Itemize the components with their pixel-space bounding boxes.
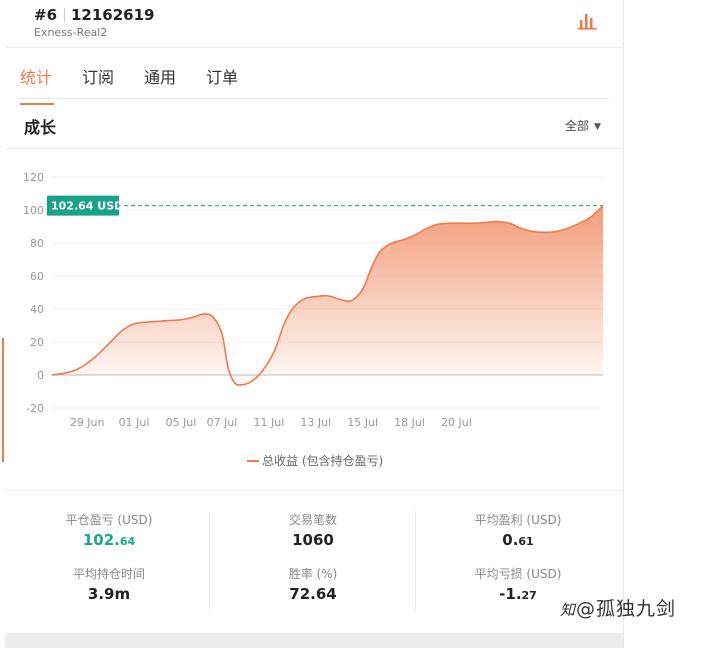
account-server: Exness-Real2: [34, 26, 108, 39]
x-tick-label: 29 Jun: [70, 416, 105, 429]
y-tick-label: 40: [30, 303, 44, 316]
stats-divider: [209, 511, 210, 613]
y-tick-label: 0: [37, 369, 44, 382]
y-tick-label: 60: [30, 270, 44, 283]
account-id: 12162619: [71, 6, 155, 24]
account-number: #6: [34, 6, 58, 24]
growth-section-header: 成长 全部 ▼: [5, 99, 623, 149]
watermark-text: @孤独九剑: [576, 598, 677, 620]
account-header: #6 12162619 Exness-Real2: [5, 0, 623, 48]
stats-column: 平仓盈亏 (USD) 102.64 平均持仓时间 3.9m: [9, 511, 209, 619]
x-tick-label: 18 Jul: [394, 416, 425, 429]
tab-bar: 统计 订阅 通用 订单: [19, 48, 609, 105]
stats-column: 交易笔数 1060 胜率 (%) 72.64: [213, 511, 413, 619]
x-tick-label: 15 Jul: [347, 416, 378, 429]
y-axis: 120 100 80 60 40 20 0 -20: [23, 171, 44, 415]
bottom-bar: [5, 633, 623, 648]
y-tick-label: 100: [23, 204, 44, 217]
stats-panel: 平仓盈亏 (USD) 102.64 平均持仓时间 3.9m 交易笔数 1060 …: [5, 490, 623, 633]
growth-chart: 120 100 80 60 40 20 0 -20 29 Jun 01 Jul 05 Jul 07 …: [23, 171, 604, 468]
stat-label: 平均持仓时间: [72, 567, 145, 581]
stat-value-int: 72.64: [289, 585, 337, 603]
stat-avg-profit: 平均盈利 (USD) 0.61: [418, 511, 618, 551]
stat-label: 胜率 (%): [288, 567, 338, 581]
y-tick-label: 120: [23, 171, 44, 184]
account-panel: #6 12162619 Exness-Real2 统计 订阅 通用 订单 成长 …: [5, 0, 624, 648]
stat-label: 交易笔数: [288, 513, 337, 527]
y-tick-label: 20: [30, 336, 44, 349]
caret-down-icon: ▼: [594, 122, 601, 132]
legend-label: 总收益 (包含持仓盈亏): [262, 453, 383, 468]
stat-avg-holding-time: 平均持仓时间 3.9m: [9, 565, 209, 605]
stat-win-rate: 胜率 (%) 72.64: [213, 565, 413, 605]
tab-label: 通用: [144, 68, 177, 87]
stats-divider: [415, 511, 416, 613]
tab-label: 订单: [206, 68, 239, 87]
x-tick-label: 13 Jul: [300, 416, 331, 429]
tab-general[interactable]: 通用: [144, 64, 176, 88]
zhihu-logo-icon: 知: [560, 601, 577, 619]
x-tick-label: 05 Jul: [166, 416, 197, 429]
x-tick-label: 01 Jul: [119, 416, 150, 429]
tab-orders[interactable]: 订单: [206, 64, 238, 88]
left-accent-bar: [2, 338, 4, 462]
stat-closed-pnl: 平仓盈亏 (USD) 102.64: [9, 511, 209, 551]
current-value-label: 102.64 USD: [51, 200, 123, 213]
stat-value-int: 3.9m: [87, 585, 131, 603]
stat-value: 72.64: [213, 585, 413, 605]
range-value: 全部: [565, 119, 590, 133]
tab-label: 统计: [20, 68, 53, 87]
x-tick-label: 07 Jul: [207, 416, 238, 429]
tab-label: 订阅: [82, 68, 115, 87]
stat-value-frac: 27: [521, 589, 537, 602]
stat-label: 平均盈利 (USD): [474, 513, 562, 527]
y-tick-label: 80: [30, 237, 44, 250]
header-separator: [64, 8, 65, 22]
stat-value: 0.61: [418, 531, 618, 551]
x-tick-label: 11 Jul: [254, 416, 285, 429]
stat-value-int: 102.: [82, 531, 120, 549]
x-axis: 29 Jun 01 Jul 05 Jul 07 Jul 11 Jul 13 Jul 15 J…: [70, 416, 472, 429]
stat-value-int: 1060: [292, 531, 334, 549]
bar-chart-button[interactable]: [575, 9, 601, 33]
y-tick-label: -20: [26, 402, 44, 415]
section-title: 成长: [24, 118, 57, 137]
stat-label: 平均亏损 (USD): [474, 567, 562, 581]
x-tick-label: 20 Jul: [441, 416, 472, 429]
range-dropdown[interactable]: 全部 ▼: [565, 117, 601, 134]
watermark: 知@孤独九剑: [560, 594, 676, 621]
chart-legend[interactable]: 总收益 (包含持仓盈亏): [247, 453, 383, 468]
stat-value: 3.9m: [9, 585, 209, 605]
stat-value-int: 0.: [502, 531, 519, 549]
tab-statistics[interactable]: 统计: [20, 64, 54, 105]
stat-value-frac: 61: [518, 535, 534, 548]
stat-value: 102.64: [9, 531, 209, 551]
stat-value-frac: 64: [119, 535, 136, 548]
stat-label: 平仓盈亏 (USD): [65, 513, 153, 527]
stat-trade-count: 交易笔数 1060: [213, 511, 413, 551]
tab-subscribe[interactable]: 订阅: [82, 64, 114, 88]
stat-value-int: -1.: [499, 585, 522, 603]
stat-value: 1060: [213, 531, 413, 551]
bar-chart-icon: [578, 14, 597, 30]
